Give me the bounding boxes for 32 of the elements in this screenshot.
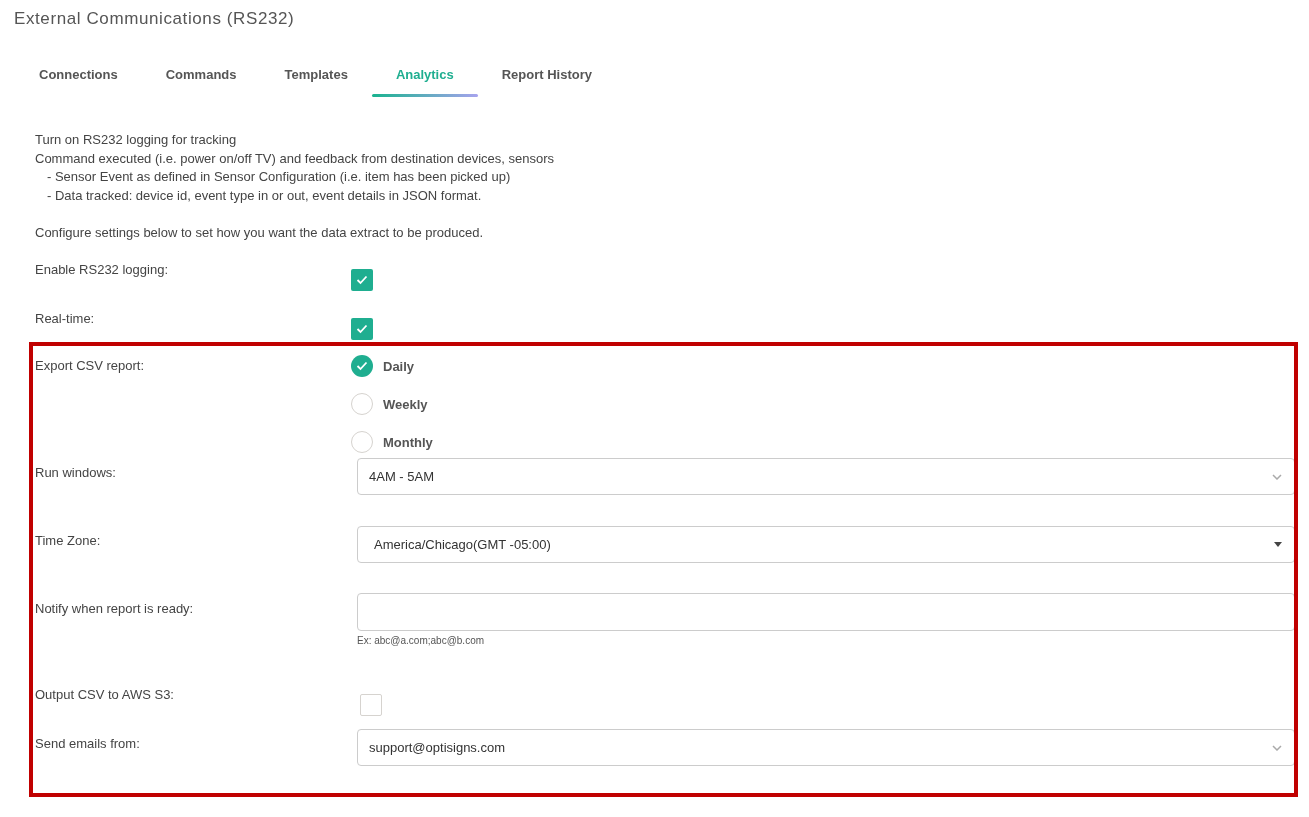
tab[interactable]: Commands bbox=[141, 55, 261, 97]
description-text: Command executed (i.e. power on/off TV) and feedback from destination devices, sensors bbox=[35, 149, 556, 168]
check-icon bbox=[356, 275, 368, 285]
chevron-icon bbox=[1272, 473, 1282, 480]
check-icon bbox=[356, 361, 368, 371]
field-label: Real-time: bbox=[35, 311, 96, 328]
hint-text: Ex: abc@a.com;abc@b.com bbox=[357, 635, 486, 646]
tab[interactable]: Templates bbox=[260, 55, 372, 97]
instruction-text: Configure settings below to set how you want the data extract to be produced. bbox=[35, 223, 485, 242]
field-label: Run windows: bbox=[35, 465, 117, 482]
tab[interactable]: Connections bbox=[15, 55, 142, 97]
email-field[interactable] bbox=[357, 593, 1295, 631]
field-label: Notify when report is ready: bbox=[35, 601, 195, 618]
field-label: Output CSV to AWS S3: bbox=[35, 687, 175, 704]
checkbox[interactable] bbox=[360, 694, 382, 716]
checkbox[interactable] bbox=[351, 318, 373, 340]
bullet-text: - Data tracked: device id, event type in or out, event details in JSON format. bbox=[46, 186, 483, 205]
field-label: Send emails from: bbox=[35, 736, 141, 753]
checkbox[interactable] bbox=[351, 269, 373, 291]
bullet-text: - Sensor Event as defined in Sensor Configuration (i.e. item has been picked up) bbox=[46, 168, 512, 186]
field-label: Export CSV report: bbox=[35, 358, 146, 375]
chevron-icon bbox=[1272, 744, 1282, 751]
caret-icon bbox=[1274, 542, 1282, 547]
radio-option[interactable]: Weekly bbox=[351, 393, 1295, 415]
radio-option[interactable]: Daily bbox=[351, 355, 1295, 377]
field-label: Enable RS232 logging: bbox=[35, 262, 169, 279]
check-icon bbox=[356, 324, 368, 334]
tab[interactable]: Report History bbox=[477, 55, 616, 97]
page-title: External Communications (RS232) bbox=[13, 8, 296, 30]
field-label: Time Zone: bbox=[35, 533, 102, 550]
description-text: Turn on RS232 logging for tracking bbox=[35, 131, 238, 149]
radio-option[interactable]: Monthly bbox=[351, 431, 1295, 453]
